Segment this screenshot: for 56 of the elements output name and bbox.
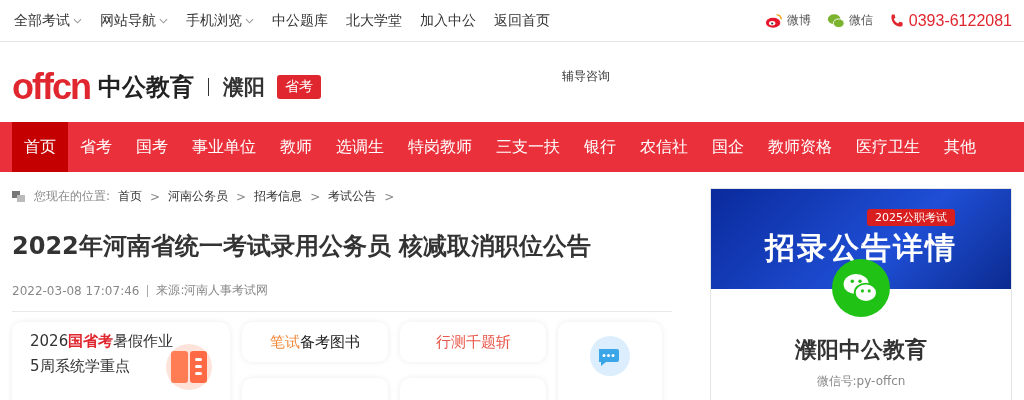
nav-tab[interactable]: 农信社 bbox=[628, 122, 700, 172]
nav-tab[interactable]: 特岗教师 bbox=[396, 122, 484, 172]
nav-link[interactable]: 北大学堂 bbox=[346, 11, 402, 30]
promo-heading: 2026国省考暑假作业 bbox=[30, 332, 175, 352]
exam-badge[interactable]: 省考 bbox=[277, 75, 321, 99]
nav-tab[interactable]: 三支一扶 bbox=[484, 122, 572, 172]
nav-tab[interactable]: 其他 bbox=[932, 122, 988, 172]
phone-number: 0393-6122081 bbox=[888, 11, 1012, 30]
nav-link[interactable]: 网站导航 bbox=[100, 11, 168, 30]
nav-tab[interactable]: 医疗卫生 bbox=[844, 122, 932, 172]
wechat-id: 微信号:py-offcn bbox=[816, 373, 906, 390]
promo-tile[interactable]: 笔试备考图书 bbox=[242, 322, 388, 363]
promo-subheading: 5周系统学重点 bbox=[30, 357, 131, 377]
breadcrumb-separator: > bbox=[150, 189, 161, 204]
nav-link[interactable]: 手机浏览 bbox=[186, 11, 254, 30]
nav-tab[interactable]: 选调生 bbox=[324, 122, 396, 172]
breadcrumb-link[interactable]: 招考信息 bbox=[254, 188, 303, 205]
breadcrumb-label: 您现在的位置: bbox=[34, 188, 111, 205]
nav-tab[interactable]: 银行 bbox=[572, 122, 628, 172]
weibo-link[interactable]: 微博 bbox=[764, 11, 811, 30]
nav-tab[interactable]: 事业单位 bbox=[180, 122, 268, 172]
nav-tab[interactable]: 省考 bbox=[68, 122, 124, 172]
phone-icon bbox=[888, 12, 905, 29]
nav-tab[interactable]: 教师资格 bbox=[756, 122, 844, 172]
wechat-icon bbox=[826, 11, 845, 30]
breadcrumb-link[interactable]: 首页 bbox=[118, 188, 143, 205]
logo-name: 中公教育 bbox=[98, 72, 194, 103]
nav-link[interactable]: 返回首页 bbox=[494, 11, 550, 30]
city-name: 濮阳 bbox=[223, 74, 265, 101]
nav-tab[interactable]: 首页 bbox=[12, 122, 68, 172]
wechat-link[interactable]: 微信 bbox=[826, 11, 873, 30]
logo-mark[interactable]: offcn bbox=[12, 69, 90, 105]
breadcrumb-separator: > bbox=[384, 189, 395, 204]
account-name: 濮阳中公教育 bbox=[795, 336, 927, 364]
chat-icon bbox=[590, 336, 630, 377]
banner-heading: 招录公告详情 bbox=[765, 229, 957, 267]
promo-tile[interactable]: 行测千题斩 bbox=[400, 322, 546, 363]
nav-tab[interactable]: 国企 bbox=[700, 122, 756, 172]
breadcrumb-link[interactable]: 考试公告 bbox=[328, 188, 377, 205]
banner[interactable]: 2025公职考试 招录公告详情 bbox=[711, 189, 1011, 289]
nav-tab[interactable]: 教师 bbox=[268, 122, 324, 172]
nav-link[interactable]: 全部考试 bbox=[14, 11, 82, 30]
nav-tab[interactable]: 国考 bbox=[124, 122, 180, 172]
nav-link[interactable]: 加入中公 bbox=[420, 11, 476, 30]
publish-date: 2022-03-08 17:07:46 bbox=[12, 283, 140, 298]
article-title: 2022年河南省统一考试录用公务员 核减取消职位公告 bbox=[12, 231, 593, 262]
promo-card[interactable]: 2026国省考暑假作业 5周系统学重点 bbox=[12, 322, 230, 400]
banner-tag: 2025公职考试 bbox=[867, 209, 955, 226]
weibo-icon bbox=[764, 11, 783, 30]
article-source: 来源:河南人事考试网 bbox=[156, 282, 269, 300]
nav-link[interactable]: 中公题库 bbox=[272, 11, 328, 30]
breadcrumb-separator: > bbox=[236, 189, 247, 204]
breadcrumb-link[interactable]: 河南公务员 bbox=[168, 188, 229, 205]
breadcrumb-separator: > bbox=[310, 189, 321, 204]
consult-link[interactable]: 辅导咨询 bbox=[562, 68, 610, 85]
location-icon bbox=[12, 190, 26, 203]
